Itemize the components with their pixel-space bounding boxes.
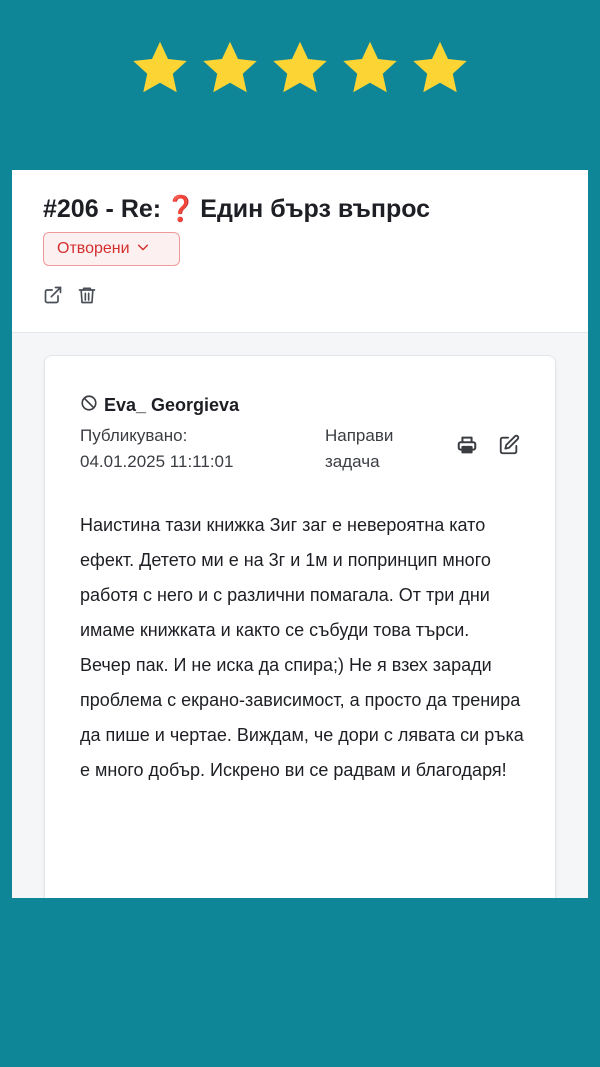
star-icon bbox=[340, 38, 400, 98]
post-author: Eva_ Georgieva bbox=[80, 394, 239, 417]
chevron-down-icon bbox=[136, 240, 150, 259]
published-info: Публикувано: 04.01.2025 11:11:01 bbox=[80, 423, 233, 475]
make-task-line1: Направи bbox=[325, 426, 394, 445]
make-task-link[interactable]: Направи задача bbox=[325, 423, 425, 475]
ticket-subject: Един бърз въпрос bbox=[200, 195, 431, 223]
rating-stars bbox=[0, 38, 600, 98]
ticket-header: #206 - Re: ❓ Един бърз въпрос Отворени bbox=[12, 170, 588, 333]
published-date: 04.01.2025 11:11:01 bbox=[80, 452, 234, 471]
star-icon bbox=[200, 38, 260, 98]
published-label: Публикувано: bbox=[80, 426, 188, 445]
post-card: Eva_ Georgieva Публикувано: 04.01.2025 1… bbox=[44, 355, 556, 898]
post-message: Наистина тази книжка Зиг заг е невероятн… bbox=[80, 515, 524, 780]
question-mark-emoji: ❓ bbox=[165, 195, 197, 223]
author-name: Eva_ Georgieva bbox=[104, 395, 240, 415]
status-dropdown[interactable]: Отворени bbox=[43, 232, 180, 266]
ban-icon bbox=[80, 394, 98, 417]
ticket-card: #206 - Re: ❓ Един бърз въпрос Отворени Eva… bbox=[12, 170, 588, 898]
star-icon bbox=[270, 38, 330, 98]
ticket-number: #206 - Re: bbox=[43, 195, 162, 223]
status-label: Отворени bbox=[57, 240, 130, 257]
external-link-icon[interactable] bbox=[43, 285, 63, 305]
star-icon bbox=[410, 38, 470, 98]
trash-icon[interactable] bbox=[77, 285, 97, 305]
post-actions bbox=[456, 434, 520, 456]
header-actions bbox=[43, 285, 97, 305]
ticket-title: #206 - Re: ❓ Един бърз въпрос bbox=[43, 195, 430, 224]
star-icon bbox=[130, 38, 190, 98]
print-icon[interactable] bbox=[456, 434, 478, 456]
edit-icon[interactable] bbox=[498, 434, 520, 456]
make-task-line2: задача bbox=[325, 452, 380, 471]
